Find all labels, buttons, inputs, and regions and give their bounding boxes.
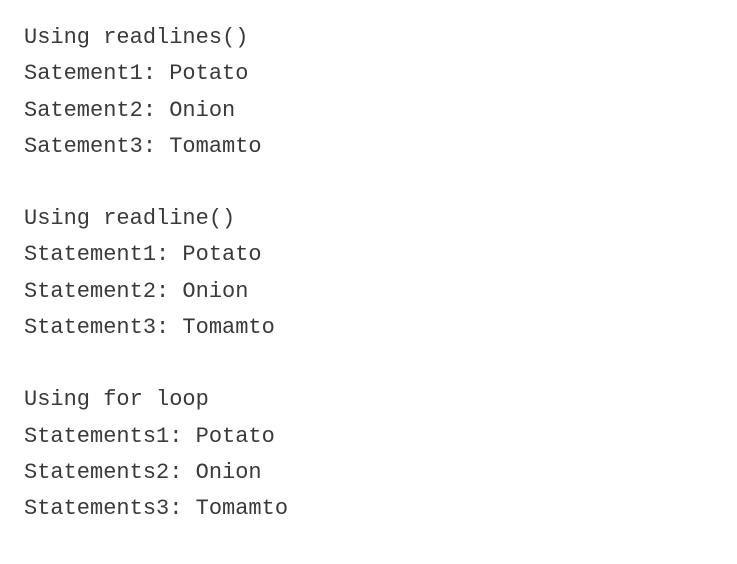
output-line: Satement1: Potato — [24, 56, 713, 92]
output-line: Statement3: Tomamto — [24, 310, 713, 346]
output-block-readline: Using readline() Statement1: Potato Stat… — [24, 201, 713, 346]
block-header: Using readlines() — [24, 20, 713, 56]
output-block-readlines: Using readlines() Satement1: Potato Sate… — [24, 20, 713, 165]
output-line: Statements2: Onion — [24, 455, 713, 491]
output-line: Statements3: Tomamto — [24, 491, 713, 527]
output-line: Satement3: Tomamto — [24, 129, 713, 165]
block-header: Using for loop — [24, 382, 713, 418]
output-line: Satement2: Onion — [24, 93, 713, 129]
output-block-forloop: Using for loop Statements1: Potato State… — [24, 382, 713, 527]
output-line: Statements1: Potato — [24, 419, 713, 455]
output-line: Statement2: Onion — [24, 274, 713, 310]
output-line: Statement1: Potato — [24, 237, 713, 273]
block-header: Using readline() — [24, 201, 713, 237]
